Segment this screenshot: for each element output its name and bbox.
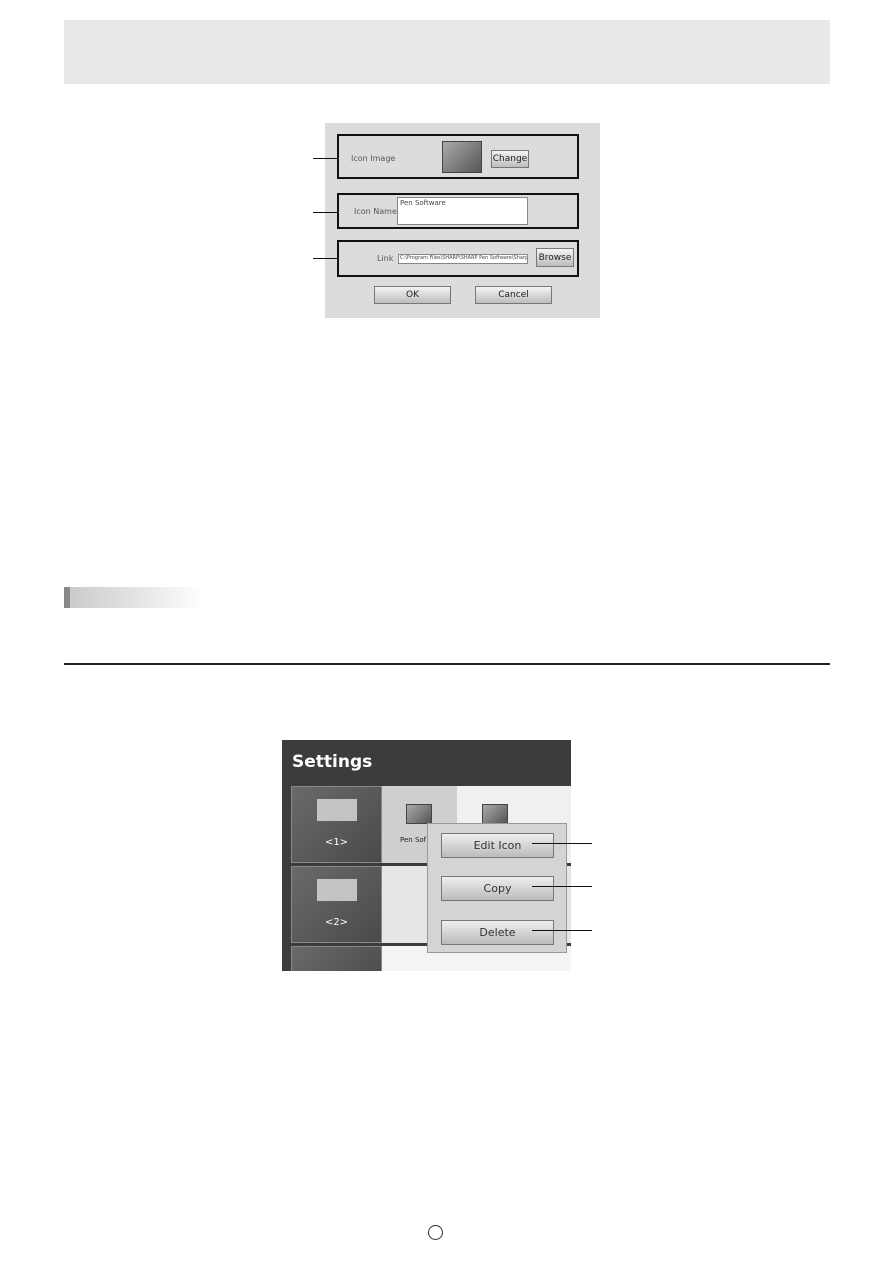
group-2-button[interactable]: <2> — [291, 866, 382, 943]
callout-line — [532, 886, 592, 887]
page-marker-circle — [428, 1225, 443, 1240]
icon-name-group: Icon Name Pen Software — [337, 193, 579, 229]
header-band — [64, 20, 830, 84]
app-icon[interactable] — [482, 804, 508, 824]
icon-name-label: Icon Name — [354, 207, 397, 216]
ok-button[interactable]: OK — [374, 286, 451, 304]
group-label: <2> — [324, 917, 349, 928]
callout-line — [532, 930, 592, 931]
link-group: Link C:\Program Files\SHARP\SHARP Pen So… — [337, 240, 579, 277]
settings-screen: Settings <1> <2> Pen Sof Edit Icon Copy … — [282, 740, 571, 971]
pen-software-icon — [406, 804, 432, 824]
link-input[interactable]: C:\Program Files\SHARP\SHARP Pen Softwar… — [398, 254, 528, 264]
copy-button[interactable]: Copy — [441, 876, 554, 901]
section-divider — [64, 663, 830, 665]
browse-button[interactable]: Browse — [536, 248, 574, 267]
icon-name-input[interactable]: Pen Software — [397, 197, 528, 225]
pen-software-icon — [442, 141, 482, 173]
group-1-button[interactable]: <1> — [291, 786, 382, 863]
delete-button[interactable]: Delete — [441, 920, 554, 945]
callout-line — [532, 843, 592, 844]
group-3-button[interactable] — [291, 946, 382, 971]
tips-heading-bar — [64, 587, 204, 608]
group-label: <1> — [324, 837, 349, 848]
link-label: Link — [377, 254, 394, 263]
callout-line — [313, 158, 338, 159]
icon-image-group: Icon Image Change — [337, 134, 579, 179]
edit-icon-button[interactable]: Edit Icon — [441, 833, 554, 858]
callout-line — [313, 212, 338, 213]
callout-line — [313, 258, 338, 259]
cancel-button[interactable]: Cancel — [475, 286, 552, 304]
change-button[interactable]: Change — [491, 150, 529, 168]
icon-settings-dialog: Icon Image Change Icon Name Pen Software… — [325, 123, 600, 318]
icon-label: Pen Sof — [400, 836, 427, 844]
icon-image-label: Icon Image — [351, 154, 396, 163]
group-icon — [316, 879, 357, 901]
group-icon — [316, 799, 357, 821]
settings-title: Settings — [292, 752, 373, 772]
